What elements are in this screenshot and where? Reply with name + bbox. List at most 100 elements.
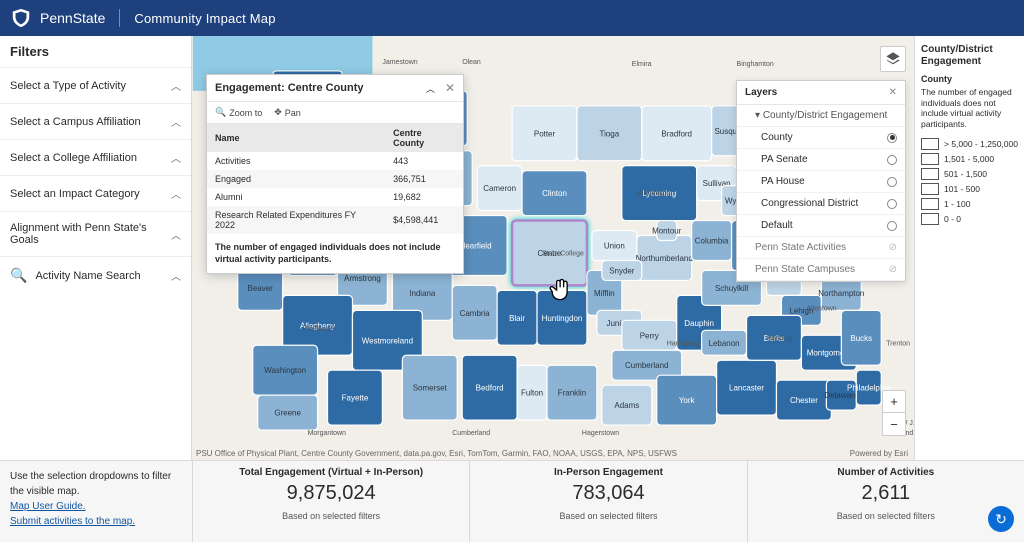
radio-icon: [887, 155, 897, 165]
zoom-in-button[interactable]: +: [883, 391, 905, 413]
county-cambria[interactable]: [452, 285, 497, 340]
layer-option-pa-house[interactable]: PA House: [737, 171, 905, 193]
county-greene[interactable]: [258, 395, 318, 430]
county-huntingdon[interactable]: [537, 290, 587, 345]
page-title: Community Impact Map: [134, 11, 275, 26]
city-label: Reading: [766, 335, 792, 342]
legend-bin: 1,501 - 5,000: [921, 153, 1018, 165]
filter-item-3[interactable]: Select an Impact Category︿: [0, 176, 191, 212]
map-powered-by: Powered by Esri: [850, 449, 908, 458]
county-lebanon[interactable]: [702, 330, 747, 355]
link-map-user-guide[interactable]: Map User Guide.: [10, 501, 86, 512]
legend-note: The number of engaged individuals does n…: [921, 87, 1018, 130]
layers-icon: [885, 51, 901, 67]
popup-zoom-to[interactable]: 🔍Zoom to: [215, 107, 262, 118]
zoom-out-button[interactable]: −: [883, 413, 905, 435]
legend-bin: 1 - 100: [921, 198, 1018, 210]
popup-collapse-icon[interactable]: ︿: [426, 82, 435, 95]
brand-name: PennState: [40, 10, 105, 26]
chevron-up-icon: ︿: [171, 78, 181, 93]
county-columbia[interactable]: [692, 221, 732, 261]
brand-logo: PennState: [10, 7, 105, 29]
county-york[interactable]: [657, 375, 717, 425]
chevron-up-icon: ︿: [171, 268, 181, 283]
filter-item-0[interactable]: Select a Type of Activity︿: [0, 68, 191, 104]
layer-option-congressional-district[interactable]: Congressional District: [737, 193, 905, 215]
county-union[interactable]: [592, 231, 637, 261]
map-canvas[interactable]: ErieCrawfordWarrenMcKeanPotterTiogaBradf…: [192, 36, 914, 460]
county-chester[interactable]: [776, 380, 831, 420]
search-label: Activity Name Search: [35, 270, 140, 282]
county-washington[interactable]: [253, 345, 318, 395]
footer-stats: Use the selection dropdowns to filter th…: [0, 461, 1024, 542]
county-lancaster[interactable]: [717, 360, 777, 415]
county-bradford[interactable]: [642, 106, 712, 161]
county-adams[interactable]: [602, 385, 652, 425]
popup-title: Engagement: Centre County: [215, 82, 426, 94]
zoom-icon: 🔍: [215, 107, 226, 118]
county-philadelphia[interactable]: [856, 370, 881, 405]
filter-item-2[interactable]: Select a College Affiliation︿: [0, 140, 191, 176]
county-delaware[interactable]: [826, 380, 856, 410]
county-snyder[interactable]: [602, 260, 642, 280]
link-submit-activities[interactable]: Submit activities to the map.: [10, 516, 135, 527]
layer-option-pa-senate[interactable]: PA Senate: [737, 149, 905, 171]
city-label: Elmira: [632, 61, 652, 68]
layer-penn-state-campuses[interactable]: Penn State Campuses⊘: [737, 259, 905, 281]
county-cameron[interactable]: [477, 166, 522, 211]
visibility-off-icon: ⊘: [889, 264, 897, 275]
city-label: Trenton: [886, 340, 910, 347]
county-fayette[interactable]: [328, 370, 383, 425]
county-somerset[interactable]: [402, 355, 457, 420]
legend-bin: 0 - 0: [921, 213, 1018, 225]
pennstate-shield-icon: [10, 7, 32, 29]
pan-icon: ✥: [274, 107, 282, 118]
radio-icon: [887, 199, 897, 209]
popup-pan[interactable]: ✥Pan: [274, 107, 301, 118]
basemap-toggle-button[interactable]: [880, 46, 906, 72]
map-attribution: PSU Office of Physical Plant, Centre Cou…: [196, 449, 677, 458]
filter-item-1[interactable]: Select a Campus Affiliation︿: [0, 104, 191, 140]
county-blair[interactable]: [497, 290, 537, 345]
popup-close-icon[interactable]: ✕: [445, 81, 455, 95]
radio-icon: [887, 177, 897, 187]
legend-panel: County/District Engagement County The nu…: [914, 36, 1024, 460]
county-northumberland[interactable]: [637, 236, 692, 281]
city-label: Pittsburgh: [303, 325, 335, 332]
county-potter[interactable]: [512, 106, 577, 161]
county-fulton[interactable]: [517, 365, 547, 420]
chevron-up-icon: ︿: [171, 227, 181, 242]
stat-card: In-Person Engagement783,064Based on sele…: [469, 461, 746, 542]
help-fab-button[interactable]: ↻: [988, 506, 1014, 532]
city-label: Olean: [462, 59, 481, 66]
layers-panel: Layers ✕ ▾ County/District Engagement Co…: [736, 80, 906, 282]
layer-option-county[interactable]: County: [737, 127, 905, 149]
city-label: Morgantown: [308, 430, 346, 437]
county-bucks[interactable]: [841, 310, 881, 365]
filter-item-4[interactable]: Alignment with Penn State's Goals︿: [0, 212, 191, 257]
county-clinton[interactable]: [522, 171, 587, 216]
county-bedford[interactable]: [462, 355, 517, 420]
chevron-up-icon: ︿: [171, 114, 181, 129]
layer-option-default[interactable]: Default: [737, 215, 905, 237]
city-label: State College: [542, 250, 584, 257]
footer-help-text: Use the selection dropdowns to filter th…: [10, 469, 182, 499]
legend-title: County/District Engagement: [921, 44, 1018, 68]
activity-name-search[interactable]: 🔍 Activity Name Search ︿: [0, 257, 191, 294]
visibility-off-icon: ⊘: [889, 242, 897, 253]
city-label: Jamestown: [382, 59, 417, 66]
search-icon: 🔍: [10, 267, 27, 284]
city-label: Allentown: [806, 305, 836, 312]
city-label: Williamsport: [637, 191, 675, 198]
radio-icon: [887, 133, 897, 143]
county-montour[interactable]: [657, 221, 677, 241]
county-franklin[interactable]: [547, 365, 597, 420]
legend-bin: 101 - 500: [921, 183, 1018, 195]
county-tioga[interactable]: [577, 106, 642, 161]
layers-close-icon[interactable]: ✕: [889, 87, 897, 98]
layer-group-label[interactable]: ▾ County/District Engagement: [737, 105, 905, 127]
legend-bin: 501 - 1,500: [921, 168, 1018, 180]
layer-penn-state-activities[interactable]: Penn State Activities⊘: [737, 237, 905, 259]
footer-help: Use the selection dropdowns to filter th…: [0, 461, 192, 542]
popup-table: NameCentre CountyActivities443Engaged366…: [207, 124, 463, 234]
